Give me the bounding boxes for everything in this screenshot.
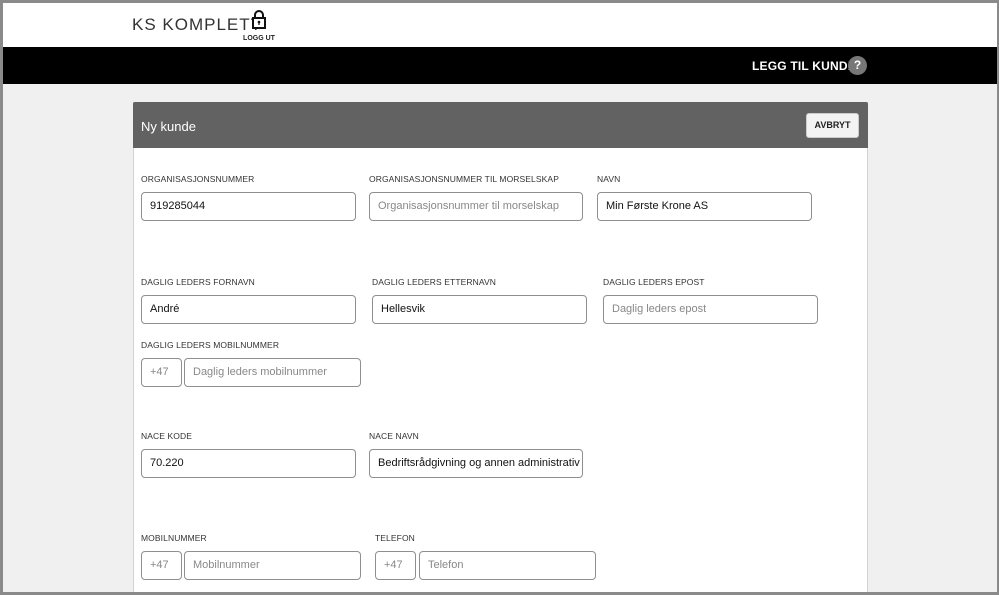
card-title: Ny kunde [141,119,196,134]
cancel-button[interactable]: AVBRYT [806,113,859,138]
parent-orgnr-input[interactable]: Organisasjonsnummer til morselskap [369,192,583,221]
ceo-last-label: DAGLIG LEDERS ETTERNAVN [372,277,497,287]
ceo-email-label: DAGLIG LEDERS EPOST [603,277,705,287]
lock-icon [252,10,266,29]
nace-code-label: NACE KODE [141,431,192,441]
ceo-mobile-prefix[interactable]: +47 [141,358,182,387]
ceo-email-input[interactable]: Daglig leders epost [603,295,818,324]
help-icon[interactable]: ? [848,56,867,75]
ceo-first-input[interactable]: André [141,295,356,324]
nace-name-label: NACE NAVN [369,431,419,441]
logout-label: LOGG UT [243,35,275,42]
name-input[interactable]: Min Første Krone AS [597,192,812,221]
mobile-prefix[interactable]: +47 [141,551,182,580]
add-customer-link[interactable]: LEGG TIL KUNDE [752,59,856,73]
ceo-first-label: DAGLIG LEDERS FORNAVN [141,277,255,287]
phone-prefix[interactable]: +47 [375,551,416,580]
ceo-mobile-input[interactable]: Daglig leders mobilnummer [184,358,361,387]
orgnr-input[interactable]: 919285044 [141,192,356,221]
nace-code-input[interactable]: 70.220 [141,449,356,478]
nace-name-input[interactable]: Bedriftsrådgivning og annen administrati… [369,449,583,478]
ceo-last-input[interactable]: Hellesvik [372,295,587,324]
mobile-label: MOBILNUMMER [141,533,207,543]
phone-label: TELEFON [375,533,415,543]
logout-button[interactable]: LOGG UT [241,9,277,42]
orgnr-label: ORGANISASJONSNUMMER [141,174,255,184]
card-header [133,102,868,148]
mobile-input[interactable]: Mobilnummer [184,551,361,580]
name-label: NAVN [597,174,621,184]
phone-input[interactable]: Telefon [419,551,596,580]
ceo-mobile-label: DAGLIG LEDERS MOBILNUMMER [141,340,280,350]
parent-orgnr-label: ORGANISASJONSNUMMER TIL MORSELSKAP [369,174,559,184]
